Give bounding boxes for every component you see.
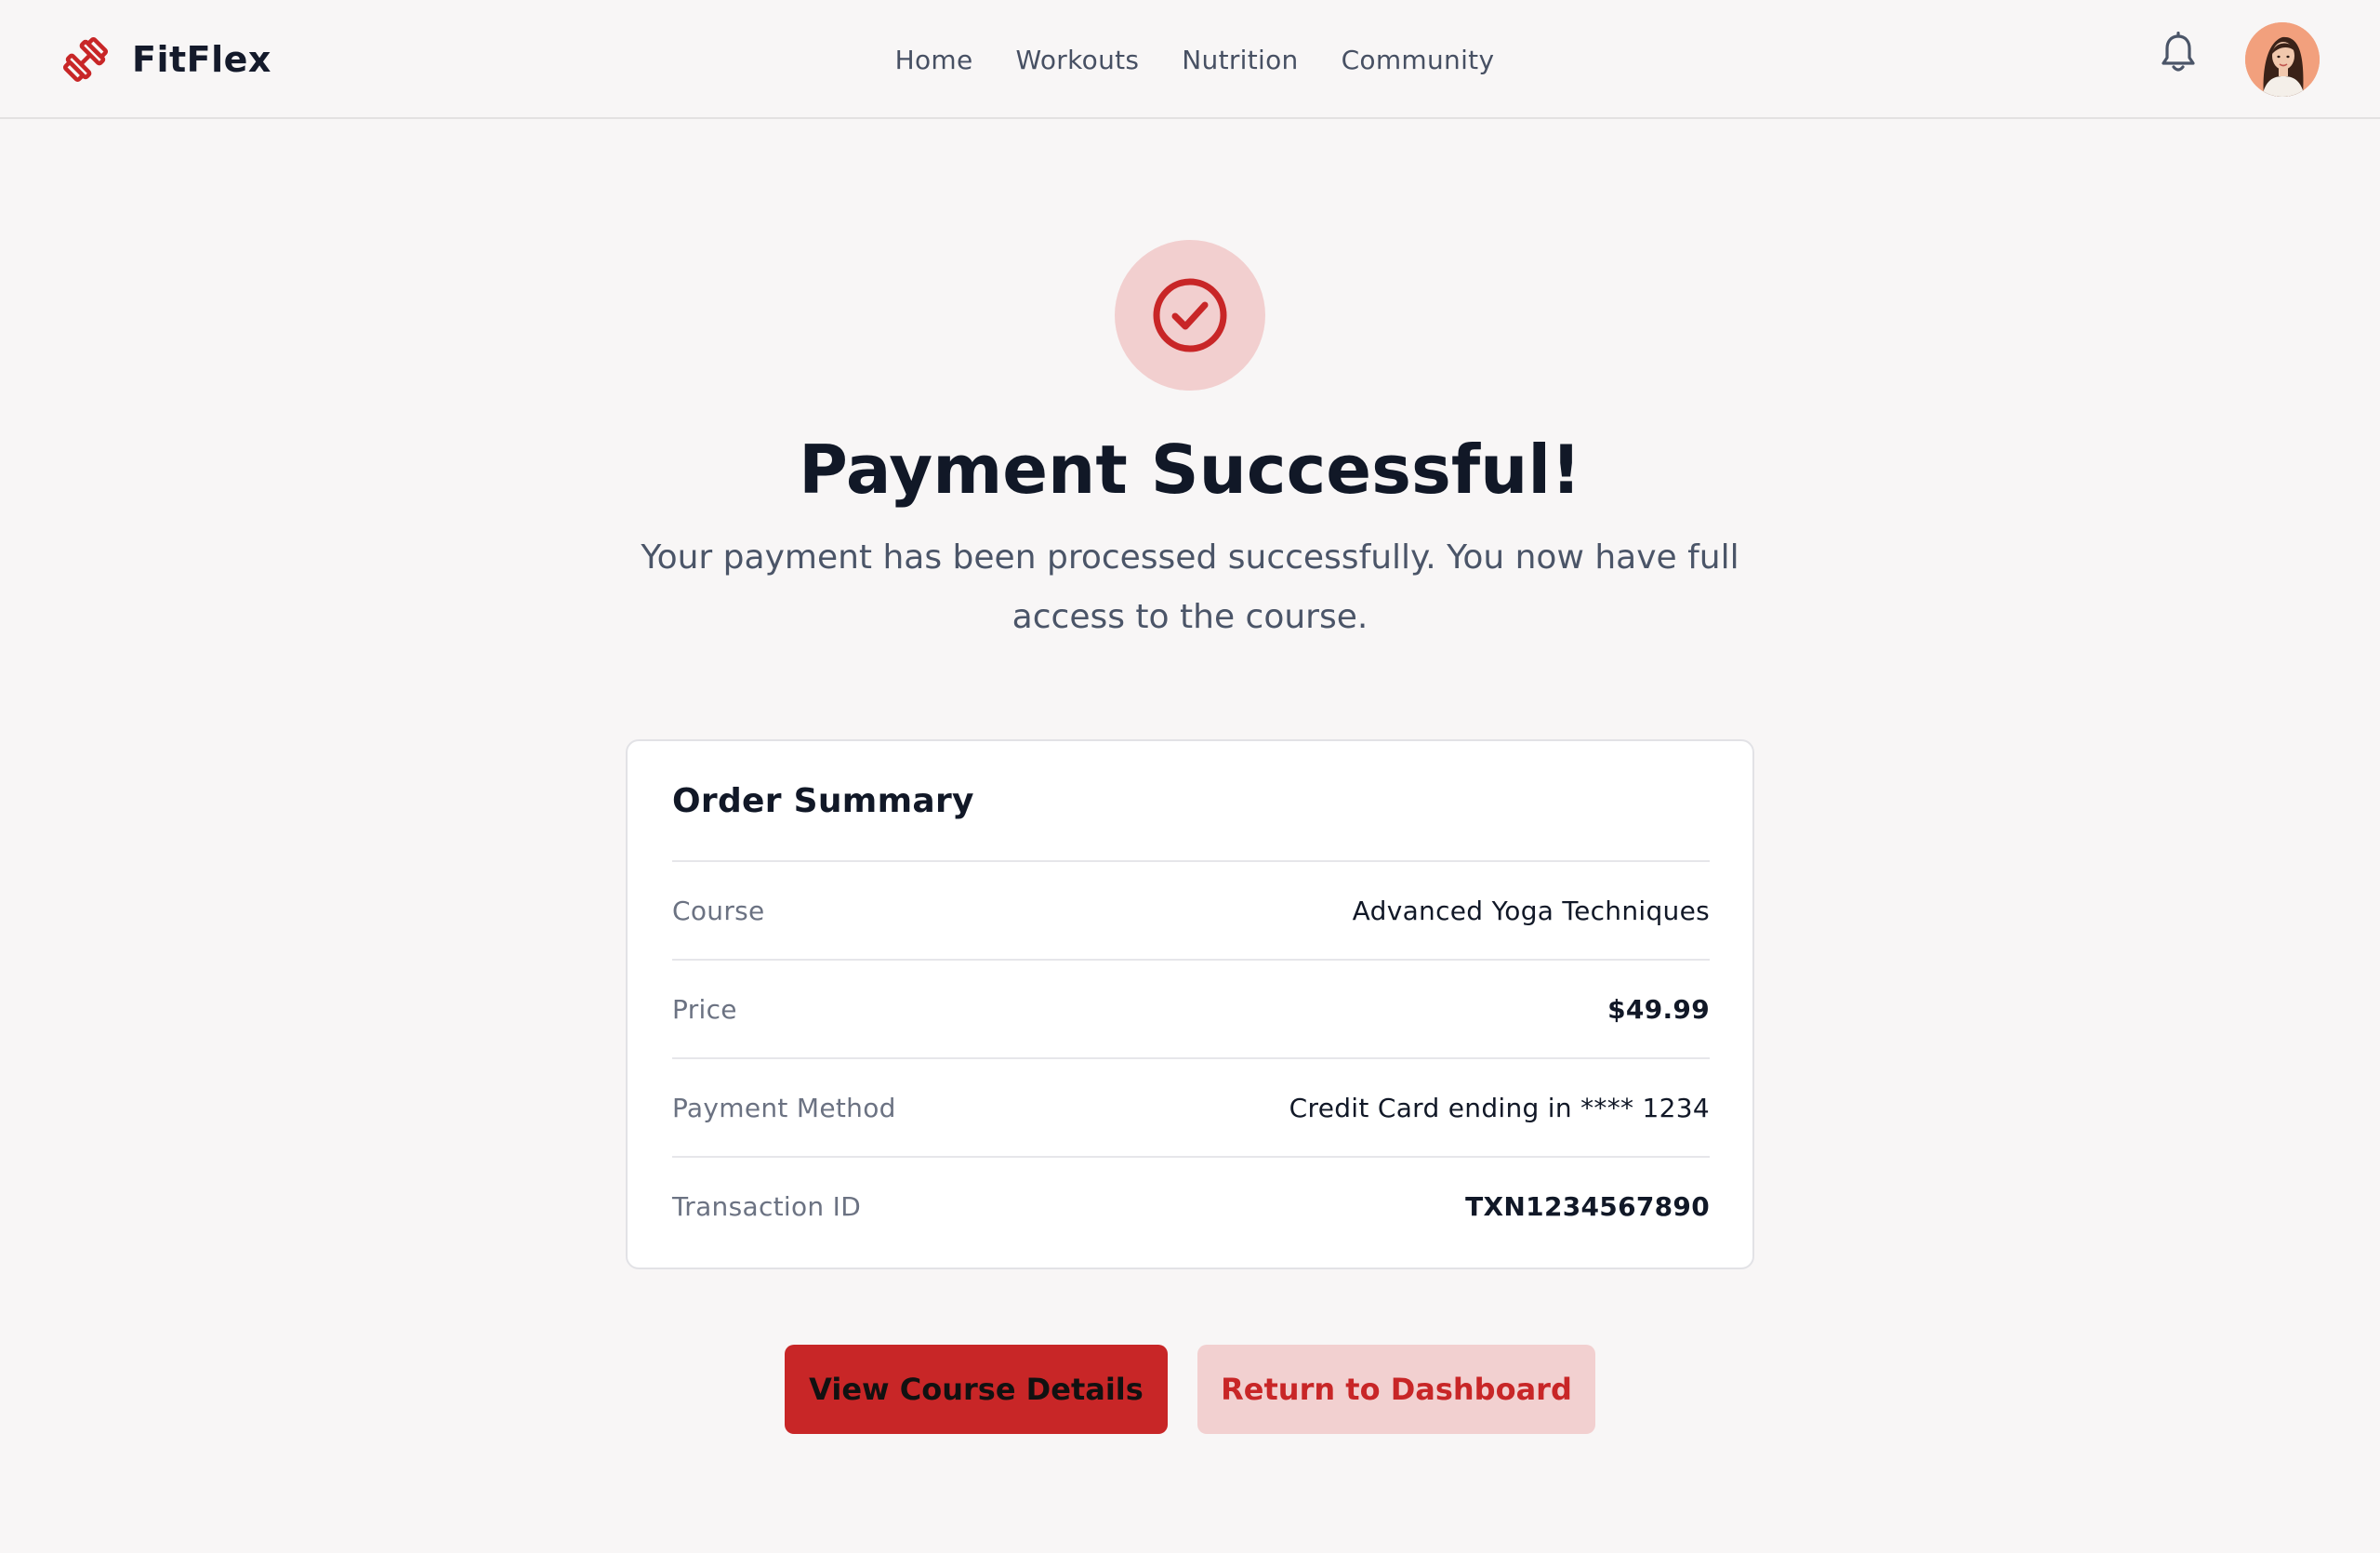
- top-navigation-bar: FitFlex Home Workouts Nutrition Communit…: [0, 0, 2380, 119]
- summary-row-payment-method: Payment Method Credit Card ending in ***…: [672, 1057, 1710, 1156]
- view-course-details-button[interactable]: View Course Details: [785, 1345, 1168, 1434]
- bell-icon[interactable]: [2159, 32, 2198, 74]
- summary-label: Payment Method: [672, 1092, 896, 1123]
- nav-item-home[interactable]: Home: [895, 45, 973, 75]
- summary-row-course: Course Advanced Yoga Techniques: [672, 860, 1710, 959]
- summary-row-price: Price $49.99: [672, 959, 1710, 1057]
- order-summary-list: Course Advanced Yoga Techniques Price $4…: [672, 860, 1710, 1254]
- nav-item-workouts[interactable]: Workouts: [1016, 45, 1140, 75]
- page-title: Payment Successful!: [799, 431, 1581, 509]
- order-summary-title: Order Summary: [672, 782, 974, 820]
- summary-value: TXN1234567890: [1465, 1190, 1710, 1222]
- summary-value: Advanced Yoga Techniques: [1352, 895, 1710, 926]
- avatar-image: [2245, 22, 2320, 97]
- summary-label: Transaction ID: [672, 1190, 862, 1222]
- return-to-dashboard-button[interactable]: Return to Dashboard: [1197, 1345, 1595, 1434]
- success-badge: [1115, 240, 1265, 391]
- nav-item-nutrition[interactable]: Nutrition: [1182, 45, 1298, 75]
- summary-label: Price: [672, 993, 737, 1025]
- success-message: Your payment has been processed successf…: [641, 538, 1739, 636]
- user-avatar[interactable]: [2245, 22, 2320, 97]
- nav-item-community[interactable]: Community: [1342, 45, 1495, 75]
- main-nav: Home Workouts Nutrition Community: [0, 37, 2380, 82]
- summary-value: Credit Card ending in **** 1234: [1289, 1092, 1710, 1123]
- summary-row-transaction-id: Transaction ID TXN1234567890: [672, 1156, 1710, 1254]
- summary-label: Course: [672, 895, 765, 926]
- order-summary-card: Order Summary Course Advanced Yoga Techn…: [626, 739, 1754, 1269]
- check-circle-icon: [1153, 278, 1227, 352]
- summary-value: $49.99: [1607, 993, 1710, 1025]
